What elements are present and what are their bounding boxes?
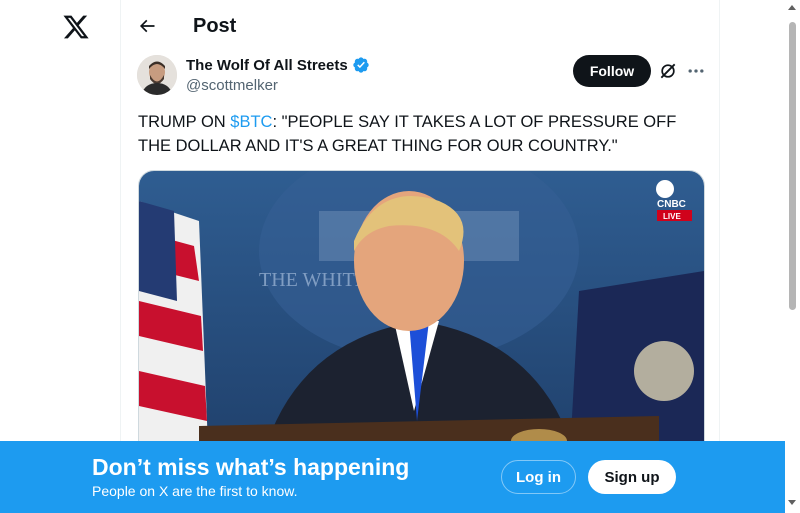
live-label: LIVE (663, 212, 681, 221)
author-name-text[interactable]: The Wolf Of All Streets (186, 57, 348, 74)
signup-banner: Don’t miss what’s happening People on X … (0, 441, 785, 513)
page-title: Post (193, 15, 237, 37)
grok-icon[interactable] (658, 61, 678, 81)
post-text: TRUMP ON $BTC: "PEOPLE SAY IT TAKES A LO… (138, 110, 708, 158)
post-header: Post (121, 0, 719, 53)
scroll-down-arrow-icon[interactable] (788, 500, 796, 505)
back-arrow-icon[interactable] (137, 16, 157, 36)
post-text-before: TRUMP ON (138, 113, 231, 131)
post-media[interactable]: THE WHITE HOUSE CNBC LIVE (138, 170, 705, 472)
signup-button[interactable]: Sign up (588, 460, 676, 494)
banner-title: Don’t miss what’s happening (92, 454, 410, 480)
author-handle[interactable]: @scottmelker (186, 77, 278, 94)
follow-button[interactable]: Follow (573, 55, 651, 87)
more-icon[interactable] (686, 61, 706, 81)
avatar[interactable] (137, 55, 177, 95)
scrollbar[interactable] (785, 0, 800, 513)
author-name[interactable]: The Wolf Of All Streets (186, 56, 370, 74)
banner-subtitle: People on X are the first to know. (92, 483, 298, 499)
cashtag-link[interactable]: $BTC (230, 113, 272, 131)
x-logo-icon[interactable] (62, 13, 90, 41)
verified-badge-icon (353, 57, 369, 73)
cnbc-label: CNBC (657, 199, 686, 210)
video-frame[interactable]: THE WHITE HOUSE CNBC LIVE (139, 171, 704, 471)
scrollbar-thumb[interactable] (789, 22, 796, 310)
main-column: Post The Wolf Of All Streets @scottmelke… (120, 0, 720, 513)
login-button[interactable]: Log in (501, 460, 576, 494)
scroll-up-arrow-icon[interactable] (788, 5, 796, 10)
